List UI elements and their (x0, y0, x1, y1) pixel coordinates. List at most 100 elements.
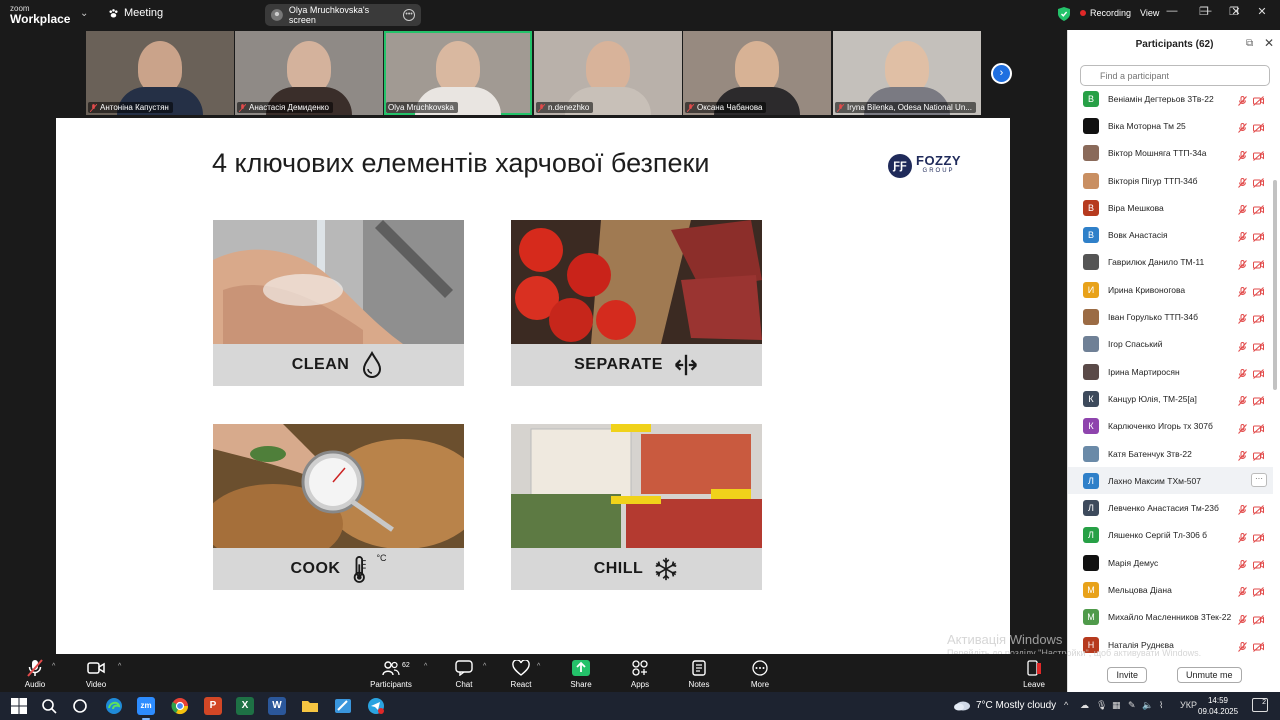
chevron-down-icon[interactable]: ⌄ (80, 8, 90, 19)
participant-row[interactable]: В Веніамін Дегтерьов 3Тв-22 (1068, 85, 1273, 112)
clock[interactable]: 14:59 09.04.2025 (1198, 695, 1238, 717)
next-page-chevron-icon[interactable]: › (991, 63, 1012, 84)
chat-button[interactable]: Chat (439, 659, 489, 689)
participant-row[interactable]: М Мельцова Діана (1068, 576, 1273, 603)
onedrive-cloud-icon[interactable]: ☁ (1080, 700, 1089, 711)
participant-row[interactable]: Віка Моторна Тм 25 (1068, 112, 1273, 139)
powerpoint-app-icon[interactable]: P (204, 697, 222, 715)
participant-row[interactable]: Марія Демус (1068, 549, 1273, 576)
video-tile[interactable]: Антоніна Капустян (86, 31, 234, 115)
participant-status-icons (1238, 120, 1264, 138)
screen-share-pill[interactable]: Olya Mruchkovska's screen ••• (265, 4, 421, 26)
video-tile[interactable]: Анастасія Демиденко (235, 31, 383, 115)
participant-row[interactable]: К Канцур Юлія, ТМ-25[а] (1068, 385, 1273, 412)
apps-button[interactable]: Apps (615, 659, 665, 689)
notes-button[interactable]: Notes (674, 659, 724, 689)
minimize-icon[interactable]: — (1198, 5, 1214, 17)
file-explorer-icon[interactable] (301, 697, 319, 715)
participant-row[interactable]: Віктор Мошняга ТТП-34а (1068, 140, 1273, 167)
restore-icon[interactable]: ❐ (1226, 5, 1242, 18)
participant-row[interactable]: Вікторія Пігур ТТП-34б (1068, 167, 1273, 194)
participant-row[interactable]: И Ирина Кривоногова (1068, 276, 1273, 303)
pop-out-icon[interactable]: ⧉ (1246, 38, 1253, 49)
participant-search-input[interactable] (1080, 65, 1270, 86)
more-button[interactable]: More (735, 659, 785, 689)
recording-indicator[interactable]: Recording (1080, 8, 1131, 18)
notifications-icon[interactable]: 2 (1252, 698, 1268, 712)
participant-status-icons (1238, 93, 1264, 111)
show-hidden-icons-chevron-icon[interactable]: ^ (1064, 700, 1068, 710)
zoom-app-icon[interactable]: zm (137, 697, 155, 715)
telegram-app-icon[interactable] (367, 697, 385, 715)
keyboard-language[interactable]: УКР (1180, 700, 1197, 710)
participant-status-icons (1238, 366, 1264, 384)
recording-dot-icon (1080, 10, 1086, 16)
video-tile-name-text: n.denezhko (548, 103, 590, 112)
security-shield-icon[interactable] (1058, 7, 1070, 21)
video-tile[interactable]: Оксана Чабанова (683, 31, 831, 115)
wifi-tray-icon[interactable]: ⌇ (1159, 700, 1163, 711)
participants-options-chevron-icon[interactable]: ^ (424, 663, 427, 670)
more-options-icon[interactable]: ••• (403, 9, 415, 21)
word-app-icon[interactable]: W (268, 697, 286, 715)
window-minimize-icon[interactable]: — (1164, 5, 1180, 17)
mic-muted-icon (27, 659, 43, 677)
close-panel-icon[interactable]: ✕ (1264, 36, 1274, 50)
meeting-menu-button[interactable]: Meeting (108, 7, 163, 19)
excel-app-icon[interactable]: X (236, 697, 254, 715)
search-icon[interactable] (40, 697, 58, 715)
view-button[interactable]: View (1140, 8, 1159, 18)
card-clean-band: CLEAN (213, 344, 464, 386)
share-screen-button[interactable]: Share (556, 659, 606, 689)
participant-row[interactable]: Л Ляшенко Сергій Тл-306 б (1068, 522, 1273, 549)
participant-row[interactable]: Гаврилюк Данило ТМ-11 (1068, 249, 1273, 276)
paint-app-icon[interactable] (334, 697, 352, 715)
meeting-toolbar: Audio ^ Video ^ Participants 62 ^ Chat ^… (0, 654, 1067, 692)
participant-row[interactable]: Ірина Мартиросян (1068, 358, 1273, 385)
participant-row[interactable]: Іван Горулько ТТП-34б (1068, 303, 1273, 330)
participant-more-options-button[interactable]: ··· (1251, 473, 1267, 488)
video-tile[interactable]: n.denezhko (534, 31, 682, 115)
close-icon[interactable]: ✕ (1254, 5, 1270, 18)
chat-options-chevron-icon[interactable]: ^ (483, 663, 486, 670)
participant-avatar (1083, 145, 1099, 162)
participant-row[interactable]: Л Левченко Анастасия Тм-23б (1068, 494, 1273, 521)
participant-row[interactable]: В Вовк Анастасія (1068, 221, 1273, 248)
participant-avatar: Л (1083, 527, 1099, 544)
invite-button[interactable]: Invite (1107, 667, 1147, 683)
weather-widget[interactable]: 7°C Mostly cloudy (953, 699, 1056, 711)
participant-row[interactable]: Ігор Спаський (1068, 331, 1273, 358)
pen-tray-icon[interactable]: ✎ (1128, 700, 1136, 711)
video-off-icon (1253, 148, 1264, 166)
chrome-browser-icon[interactable] (171, 697, 189, 715)
audio-options-chevron-icon[interactable]: ^ (52, 663, 55, 670)
edge-browser-icon[interactable] (105, 697, 123, 715)
leave-button[interactable]: Leave (1009, 659, 1059, 689)
task-view-icon[interactable] (71, 697, 89, 715)
participant-row[interactable]: В Віра Мешкова (1068, 194, 1273, 221)
participant-row[interactable]: Катя Батенчук 3тв-22 (1068, 440, 1273, 467)
windows-start-icon[interactable] (10, 697, 28, 715)
microphone-tray-icon[interactable]: 🎙 (1096, 700, 1107, 711)
video-off-icon (1253, 612, 1264, 630)
video-button[interactable]: Video (71, 659, 121, 689)
unmute-me-button[interactable]: Unmute me (1176, 667, 1242, 683)
video-tile-active-speaker[interactable]: Olya Mruchkovska (384, 31, 532, 115)
network-tray-icon[interactable]: ▦ (1112, 700, 1121, 711)
participant-face (586, 41, 630, 93)
participant-list-scrollbar[interactable] (1273, 180, 1277, 390)
react-label: React (510, 680, 532, 689)
fozzy-logo-text: FOZZY GROUP (916, 154, 961, 176)
participant-name: Карлюченко Игорь тх 307б (1108, 421, 1213, 432)
volume-tray-icon[interactable]: 🔈 (1142, 700, 1153, 711)
video-options-chevron-icon[interactable]: ^ (118, 663, 121, 670)
participant-row[interactable]: М Михайло Масленников 3Тек-22 (1068, 604, 1273, 631)
video-tile[interactable]: Iryna Bilenka, Odesa National Un... (833, 31, 981, 115)
participant-row[interactable]: Л Лахно Максим ТХм-507 ··· (1068, 467, 1273, 495)
video-off-icon (1253, 366, 1264, 384)
fozzy-brand-sub: GROUP (922, 168, 955, 174)
react-options-chevron-icon[interactable]: ^ (537, 663, 540, 670)
mic-muted-icon (1238, 393, 1247, 411)
participant-row[interactable]: К Карлюченко Игорь тх 307б (1068, 413, 1273, 440)
leave-icon (1027, 660, 1041, 676)
